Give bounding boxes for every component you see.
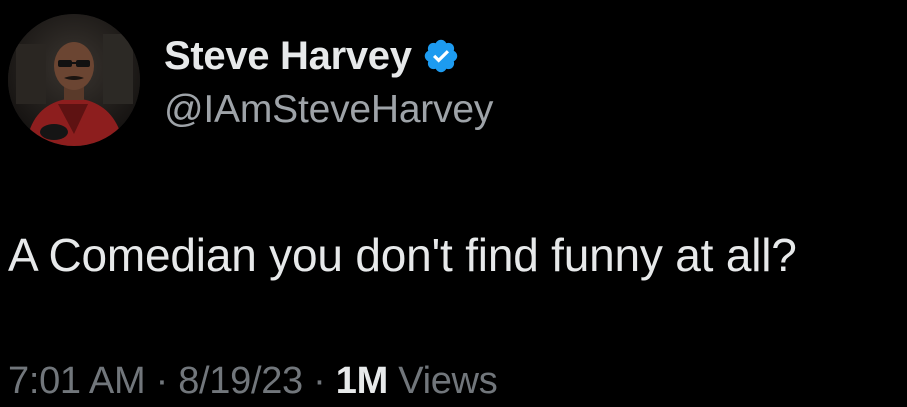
meta-separator: · — [302, 360, 336, 402]
author-display-name[interactable]: Steve Harvey — [164, 34, 412, 79]
verified-badge-icon[interactable] — [422, 37, 460, 75]
tweet-text: A Comedian you don't find funny at all? — [8, 229, 797, 281]
profile-photo — [8, 14, 140, 146]
views-label: Views — [387, 360, 498, 402]
author-avatar[interactable] — [8, 14, 140, 146]
tweet-date[interactable]: 8/19/23 — [178, 360, 303, 402]
views-count[interactable]: 1M — [336, 360, 389, 402]
tweet-card: Steve Harvey @IAmSteveHarvey A Comedian … — [0, 0, 907, 407]
tweet-time[interactable]: 7:01 AM — [8, 360, 146, 402]
author-name-row: Steve Harvey — [164, 30, 460, 82]
author-handle[interactable]: @IAmSteveHarvey — [164, 88, 493, 132]
tweet-meta: 7:01 AM · 8/19/23 · 1M Views — [8, 360, 498, 403]
meta-separator: · — [145, 360, 179, 402]
